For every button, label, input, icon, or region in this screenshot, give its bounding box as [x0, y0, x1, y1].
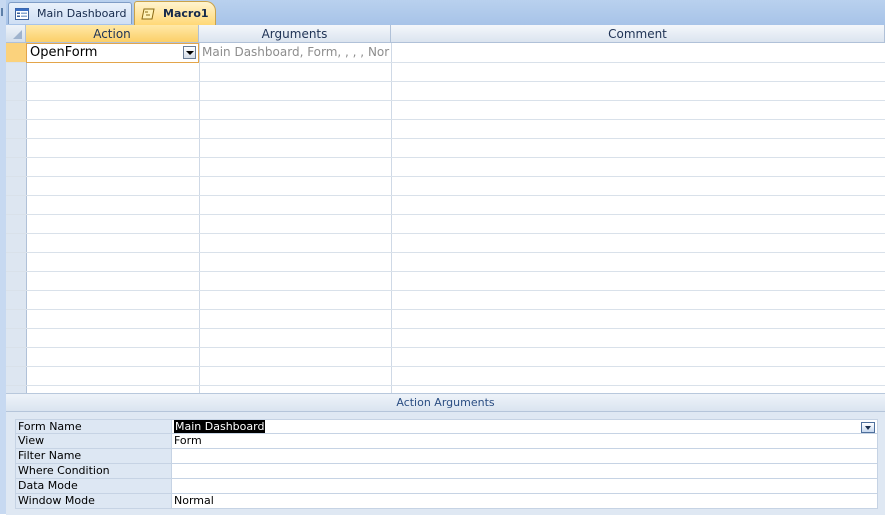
arguments-cell[interactable]: Main Dashboard, Form, , , , Normal [202, 43, 390, 62]
macro-design-grid: Action Arguments Comment OpenForm Main D… [6, 25, 885, 393]
property-row-form-name: Form Name Main Dashboard [15, 419, 878, 434]
view-field[interactable]: Form [172, 434, 878, 449]
property-label: Window Mode [15, 494, 172, 509]
tab-main-dashboard[interactable]: Main Dashboard [8, 2, 132, 24]
property-row-where-condition: Where Condition [15, 464, 878, 479]
property-label: Data Mode [15, 479, 172, 494]
row-divider [6, 366, 885, 367]
action-cell[interactable]: OpenForm [26, 43, 199, 63]
window-mode-field[interactable]: Normal [172, 494, 878, 509]
property-row-data-mode: Data Mode [15, 479, 878, 494]
row-divider [6, 195, 885, 196]
row-divider [6, 233, 885, 234]
action-arguments-title: Action Arguments [6, 394, 885, 412]
property-sheet: Form Name Main Dashboard View Form Filte… [15, 419, 878, 509]
row-divider [6, 309, 885, 310]
action-dropdown-button[interactable] [183, 46, 196, 59]
row-divider [6, 214, 885, 215]
row-divider [6, 290, 885, 291]
tab-label: Main Dashboard [37, 7, 127, 20]
column-header-action[interactable]: Action [26, 25, 199, 43]
action-arguments-pane: Action Arguments Form Name Main Dashboar… [6, 393, 885, 515]
data-mode-field[interactable] [172, 479, 878, 494]
splitter-grip[interactable] [1, 8, 3, 16]
action-value: OpenForm [30, 45, 98, 60]
column-header-comment[interactable]: Comment [391, 25, 885, 43]
form-name-field[interactable]: Main Dashboard [172, 419, 878, 434]
row-divider [6, 157, 885, 158]
property-label: View [15, 434, 172, 449]
form-icon [15, 7, 29, 20]
macro-icon [141, 8, 155, 19]
row-divider [6, 271, 885, 272]
property-row-window-mode: Window Mode Normal [15, 494, 878, 509]
filter-name-field[interactable] [172, 449, 878, 464]
column-divider [391, 43, 392, 393]
row-divider [6, 176, 885, 177]
property-row-view: View Form [15, 434, 878, 449]
row-selector-current[interactable] [6, 43, 26, 62]
document-tab-strip: Main Dashboard Macro1 [6, 0, 885, 26]
row-divider [6, 347, 885, 348]
property-label: Form Name [15, 419, 172, 434]
column-divider [199, 43, 200, 393]
column-header-arguments[interactable]: Arguments [199, 25, 391, 43]
select-all-triangle-icon [13, 30, 22, 39]
row-divider [6, 385, 885, 386]
property-row-filter-name: Filter Name [15, 449, 878, 464]
property-label: Filter Name [15, 449, 172, 464]
row-divider [6, 328, 885, 329]
tab-macro1[interactable]: Macro1 [134, 1, 216, 25]
where-condition-field[interactable] [172, 464, 878, 479]
form-name-value: Main Dashboard [174, 420, 266, 433]
select-all-corner[interactable] [6, 25, 26, 43]
row-divider [6, 138, 885, 139]
form-name-dropdown-button[interactable] [861, 422, 875, 433]
row-divider [6, 252, 885, 253]
row-selector-column[interactable] [6, 43, 27, 393]
row-divider [6, 81, 885, 82]
row-divider [6, 119, 885, 120]
tab-label: Macro1 [163, 7, 209, 20]
property-label: Where Condition [15, 464, 172, 479]
row-divider [6, 100, 885, 101]
